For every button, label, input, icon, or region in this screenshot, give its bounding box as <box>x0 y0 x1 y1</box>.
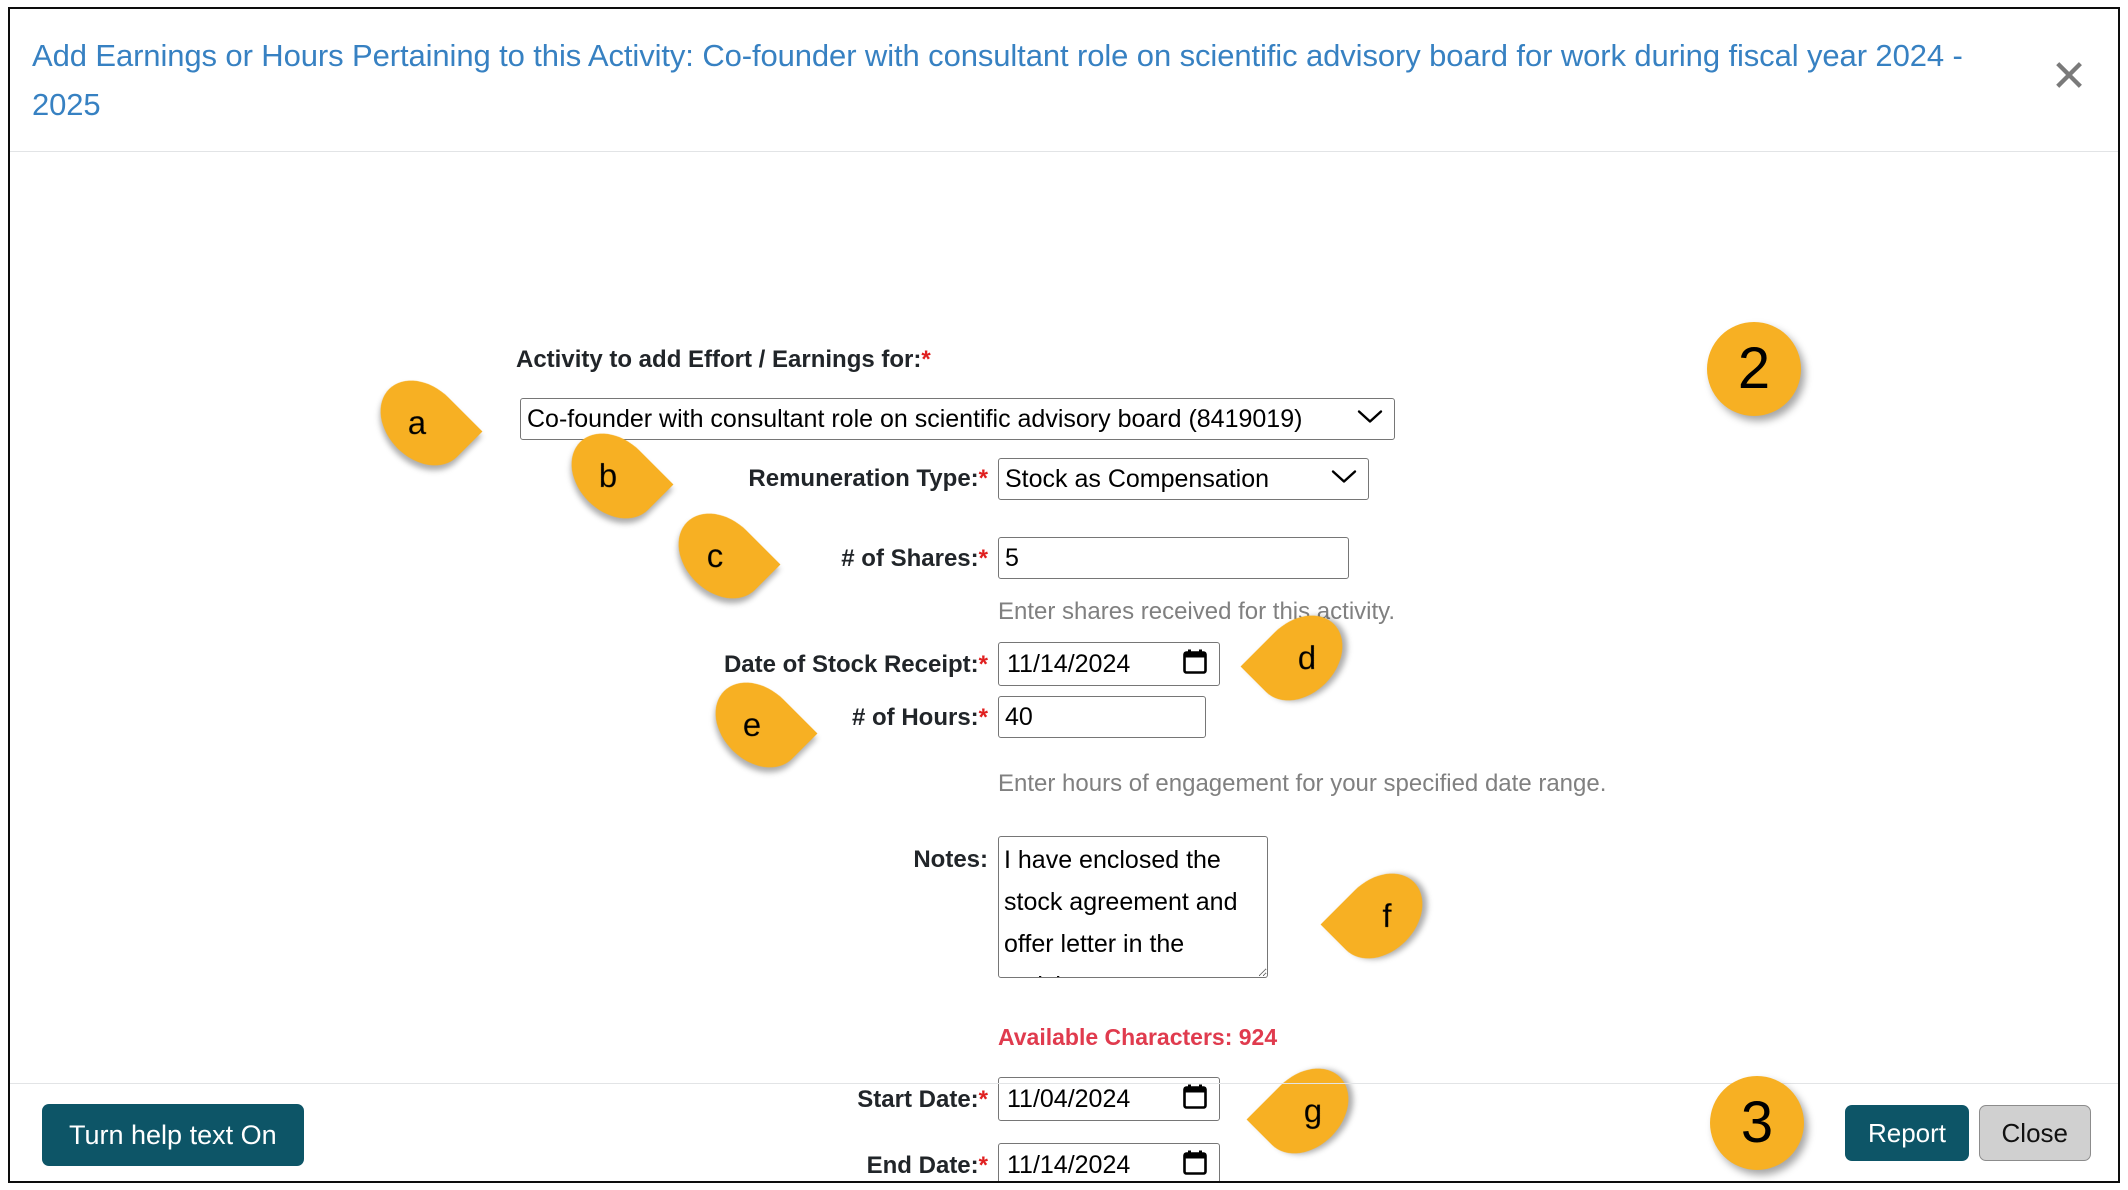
annotation-marker-f: f <box>1320 856 1440 976</box>
required-asterisk: * <box>921 346 931 373</box>
annotation-marker-c: c <box>661 496 781 616</box>
shares-input[interactable] <box>998 537 1349 579</box>
modal-dialog: Add Earnings or Hours Pertaining to this… <box>8 7 2120 1183</box>
stock-receipt-date-input[interactable]: 11/14/2024 <box>998 642 1220 686</box>
stock-receipt-date-label: Date of Stock Receipt:* <box>723 651 988 678</box>
activity-select[interactable]: Co-founder with consultant role on scien… <box>520 398 1395 440</box>
remuneration-label: Remuneration Type:* <box>748 465 988 492</box>
stock-receipt-date-value: 11/14/2024 <box>1007 650 1131 678</box>
annotation-marker-a: a <box>363 363 483 483</box>
dialog-header: Add Earnings or Hours Pertaining to this… <box>10 9 2118 152</box>
hours-help-text: Enter hours of engagement for your speci… <box>998 770 1607 797</box>
stock-receipt-date-row: Date of Stock Receipt:* 11/14/2024 <box>680 642 1220 686</box>
required-asterisk: * <box>978 651 988 678</box>
notes-row: Notes: <box>710 836 1268 978</box>
activity-select-row: Co-founder with consultant role on scien… <box>520 398 1395 440</box>
shares-row: # of Shares:* <box>710 537 1349 579</box>
notes-textarea[interactable] <box>998 836 1268 978</box>
notes-label: Notes: <box>913 846 988 873</box>
annotation-marker-step-3: 3 <box>1710 1076 1804 1170</box>
remuneration-select-wrapper: Stock as Compensation <box>998 458 1369 500</box>
calendar-icon[interactable] <box>1183 649 1207 680</box>
dialog-title: Add Earnings or Hours Pertaining to this… <box>32 38 1963 122</box>
required-asterisk: * <box>978 545 988 572</box>
remuneration-type-select[interactable]: Stock as Compensation <box>998 458 1369 500</box>
required-asterisk: * <box>978 704 988 731</box>
activity-select-wrapper: Co-founder with consultant role on scien… <box>520 398 1395 440</box>
report-button[interactable]: Report <box>1844 1105 1969 1161</box>
remuneration-row: Remuneration Type:* Stock as Compensatio… <box>708 458 1369 500</box>
available-characters: Available Characters: 924 <box>998 1024 1278 1050</box>
activity-label-row: Activity to add Effort / Earnings for:* <box>516 342 931 378</box>
dialog-footer: Turn help text On 3 Report Close <box>10 1076 2118 1181</box>
toggle-help-text-button[interactable]: Turn help text On <box>42 1104 304 1166</box>
dialog-body: Activity to add Effort / Earnings for:* … <box>10 152 2118 1181</box>
close-icon[interactable]: ✕ <box>2046 55 2092 101</box>
required-asterisk: * <box>978 465 988 492</box>
hours-input[interactable] <box>998 696 1206 738</box>
annotation-marker-step-2: 2 <box>1707 322 1801 416</box>
close-button[interactable]: Close <box>1978 1105 2091 1161</box>
activity-label: Activity to add Effort / Earnings for:* <box>516 346 931 373</box>
